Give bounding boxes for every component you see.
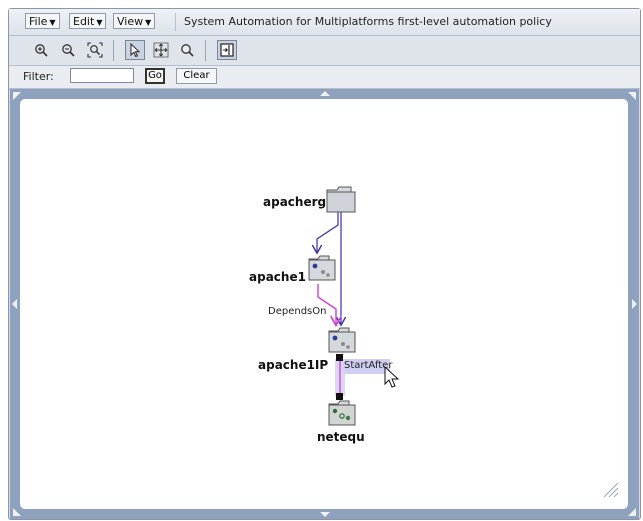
edge-dependson	[317, 284, 336, 324]
edit-menu-button[interactable]: Edit ▼	[69, 13, 107, 29]
selection-handle-top	[336, 354, 343, 361]
policy-editor-window: File ▼ Edit ▼ View ▼ System Automation for …	[8, 8, 641, 520]
file-menu-label: File	[29, 15, 48, 28]
clear-button[interactable]: Clear	[176, 68, 217, 84]
resource-icon	[328, 327, 356, 353]
view-menu-label: View	[117, 15, 144, 28]
toolbar-separator	[113, 40, 114, 61]
pan-button[interactable]	[151, 40, 171, 60]
selection-handle-bottom	[336, 393, 343, 400]
go-button[interactable]: Go	[145, 68, 165, 84]
magnify-icon	[181, 44, 194, 57]
select-pointer-icon	[130, 43, 141, 57]
policy-title: System Automation for Multiplatforms fir…	[175, 13, 552, 31]
zoom-fit-icon	[87, 42, 103, 58]
fit-window-button[interactable]	[217, 40, 237, 60]
select-pointer-button[interactable]	[125, 40, 145, 60]
scroll-left-icon	[12, 299, 17, 309]
filter-bar: Filter: Go Clear	[9, 66, 640, 89]
zoom-out-icon	[62, 44, 75, 57]
equivalency-icon	[328, 400, 356, 426]
graph-svg	[308, 186, 619, 498]
zoom-out-button[interactable]	[58, 40, 78, 60]
file-menu-button[interactable]: File ▼	[25, 13, 60, 29]
filter-input[interactable]	[70, 68, 134, 83]
chevron-down-icon: ▼	[145, 18, 152, 27]
corner-sw-icon	[13, 508, 21, 516]
pan-icon	[153, 42, 169, 58]
node-label-apacherg[interactable]: apacherg	[263, 195, 326, 209]
zoom-in-icon	[35, 44, 48, 57]
node-label-apache1[interactable]: apache1	[249, 270, 306, 284]
chevron-down-icon: ▼	[49, 18, 56, 27]
edit-menu-label: Edit	[73, 15, 95, 28]
node-label-netequ[interactable]: netequ	[317, 430, 365, 444]
scroll-up-icon	[320, 91, 330, 96]
fit-window-icon	[220, 43, 234, 57]
toolbar-separator	[205, 40, 206, 61]
graph-canvas[interactable]: apacherg apache1 apache1IP netequ Depend…	[20, 99, 628, 509]
menu-bar: File ▼ Edit ▼ View ▼ System Automation for …	[9, 9, 640, 36]
resource-icon	[308, 255, 336, 281]
filter-label: Filter:	[23, 70, 54, 83]
corner-se-icon	[628, 508, 636, 516]
zoom-in-button[interactable]	[31, 40, 51, 60]
scroll-down-icon	[320, 512, 330, 517]
scroll-right-icon	[632, 299, 637, 309]
magnify-button[interactable]	[177, 40, 197, 60]
edge-apacherg-apache1	[317, 212, 339, 252]
edge-label-dependson[interactable]: DependsOn	[268, 306, 326, 317]
view-menu-button[interactable]: View ▼	[113, 13, 156, 29]
chevron-down-icon: ▼	[96, 18, 103, 27]
node-label-apache1ip[interactable]: apache1IP	[258, 358, 328, 372]
canvas-border: apacherg apache1 apache1IP netequ Depend…	[10, 89, 639, 519]
toolbar	[9, 36, 640, 66]
corner-ne-icon	[628, 92, 636, 100]
resize-grip-icon	[603, 482, 619, 498]
folder-icon	[326, 186, 356, 213]
edge-label-startafter[interactable]: StartAfter	[344, 360, 392, 371]
zoom-fit-button[interactable]	[85, 40, 105, 60]
